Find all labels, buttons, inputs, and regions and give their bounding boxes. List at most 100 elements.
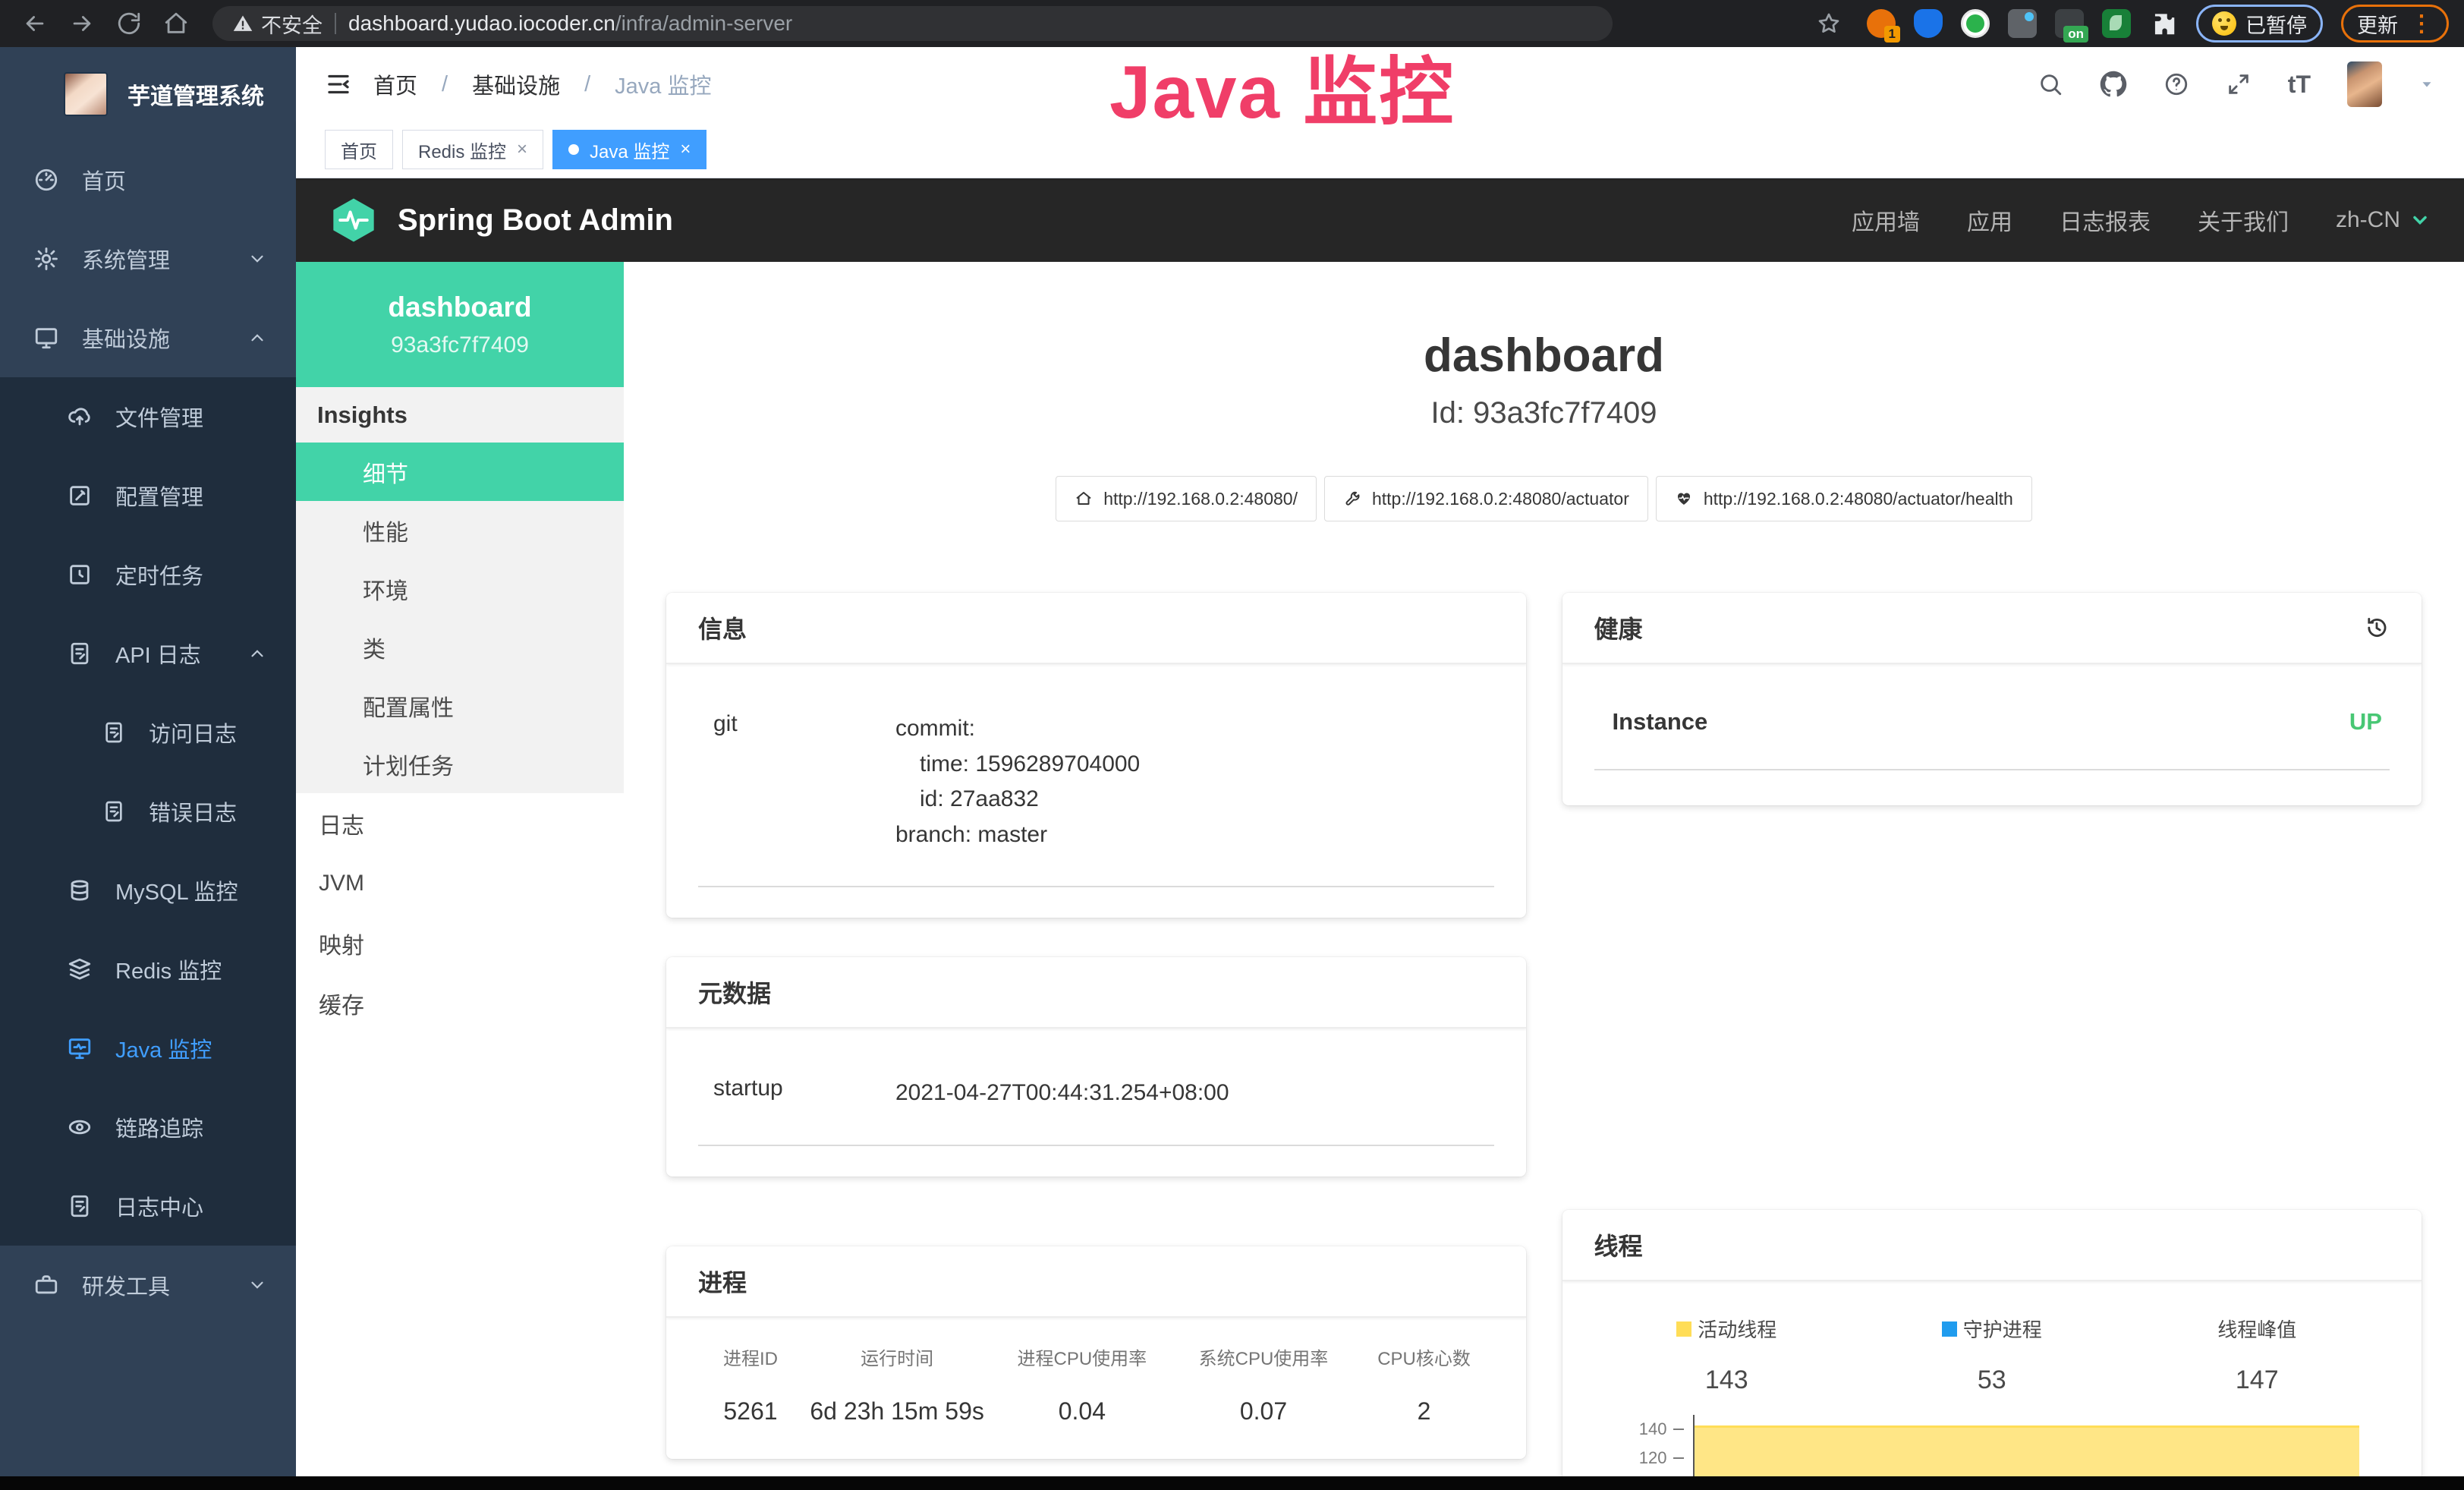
not-secure-label: 不安全 bbox=[261, 9, 323, 39]
actuator-url: http://192.168.0.2:48080/actuator bbox=[1372, 489, 1629, 509]
sba-nav-applications[interactable]: 应用 bbox=[1967, 203, 2012, 237]
sidebar-item-log-center[interactable]: 日志中心 bbox=[0, 1167, 296, 1246]
sidebar-item-api-log[interactable]: API 日志 bbox=[0, 614, 296, 693]
sidebar-item-home[interactable]: 首页 bbox=[0, 140, 296, 219]
sidebar-item-error-log[interactable]: 错误日志 bbox=[0, 772, 296, 851]
extension-icon-6[interactable] bbox=[2102, 9, 2131, 38]
tab-java-monitor[interactable]: Java 监控 × bbox=[552, 130, 706, 169]
sba-item-config-props[interactable]: 配置属性 bbox=[296, 676, 624, 735]
reload-icon[interactable] bbox=[109, 4, 149, 43]
forward-icon[interactable] bbox=[62, 4, 102, 43]
sba-item-jvm[interactable]: JVM bbox=[296, 853, 624, 913]
sba-item-caches[interactable]: 缓存 bbox=[296, 973, 624, 1033]
avatar-caret-down-icon[interactable] bbox=[2418, 76, 2435, 93]
process-col-header: CPU核心数 bbox=[1355, 1344, 1494, 1370]
sba-item-details[interactable]: 细节 bbox=[296, 443, 624, 501]
sba-nav-about[interactable]: 关于我们 bbox=[2198, 203, 2289, 237]
profile-emoji-icon bbox=[2212, 11, 2236, 36]
actuator-url-link[interactable]: http://192.168.0.2:48080/actuator bbox=[1324, 476, 1648, 521]
app-logo-title: 芋道管理系统 bbox=[127, 77, 264, 111]
sidebar-item-infrastructure[interactable]: 基础设施 bbox=[0, 298, 296, 377]
close-icon[interactable]: × bbox=[517, 139, 527, 160]
legend-label: 线程峰值 bbox=[2217, 1315, 2296, 1343]
git-id-line: id: 27aa832 bbox=[895, 782, 1140, 817]
extension-icon-4[interactable] bbox=[2008, 9, 2037, 38]
sidebar-item-label: 系统管理 bbox=[82, 243, 170, 275]
health-card-body: Instance UP bbox=[1562, 664, 2422, 805]
extension-icon-3[interactable] bbox=[1961, 9, 1990, 38]
sidebar-item-label: Java 监控 bbox=[115, 1032, 212, 1064]
history-icon[interactable] bbox=[2364, 615, 2390, 641]
home-icon[interactable] bbox=[156, 4, 196, 43]
profile-paused-button[interactable]: 已暂停 bbox=[2196, 5, 2323, 43]
sba-app-header[interactable]: dashboard 93a3fc7f7409 bbox=[296, 262, 624, 387]
health-url-link[interactable]: http://192.168.0.2:48080/actuator/health bbox=[1656, 476, 2032, 521]
header-actions: tT bbox=[2038, 61, 2435, 107]
extensions-puzzle-icon[interactable] bbox=[2149, 9, 2178, 38]
sba-brand[interactable]: Spring Boot Admin bbox=[329, 196, 673, 244]
sidebar-item-tracing[interactable]: 链路追踪 bbox=[0, 1088, 296, 1167]
font-size-icon[interactable]: tT bbox=[2288, 71, 2311, 99]
sba-item-environment[interactable]: 环境 bbox=[296, 559, 624, 618]
sidebar-item-java-monitor[interactable]: Java 监控 bbox=[0, 1009, 296, 1088]
sidebar-item-label: API 日志 bbox=[115, 638, 201, 669]
url-host: dashboard.yudao.iocoder.cn bbox=[348, 11, 615, 35]
chevron-down-icon bbox=[247, 1275, 267, 1295]
update-browser-button[interactable]: 更新 ⋮ bbox=[2341, 5, 2449, 43]
browser-menu-icon[interactable]: ⋮ bbox=[2410, 11, 2433, 37]
extension-icon-5[interactable]: on bbox=[2055, 9, 2084, 38]
not-secure-warning[interactable]: 不安全 bbox=[232, 9, 323, 39]
metadata-row-startup: startup 2021-04-27T00:44:31.254+08:00 bbox=[698, 1063, 1494, 1146]
close-icon[interactable]: × bbox=[680, 139, 691, 160]
sba-nav-journal[interactable]: 日志报表 bbox=[2060, 203, 2151, 237]
bookmark-star-icon[interactable] bbox=[1809, 4, 1849, 43]
health-instance-label: Instance bbox=[1613, 708, 1708, 736]
tab-redis-monitor[interactable]: Redis 监控 × bbox=[402, 130, 543, 169]
sidebar-item-label: 日志中心 bbox=[115, 1190, 203, 1222]
sidebar-item-access-log[interactable]: 访问日志 bbox=[0, 693, 296, 772]
y-tick-120: 120 bbox=[1594, 1448, 1684, 1468]
sidebar-item-label: 访问日志 bbox=[149, 717, 237, 748]
tab-home[interactable]: 首页 bbox=[325, 130, 393, 169]
sba-item-classes[interactable]: 类 bbox=[296, 618, 624, 676]
breadcrumb-home[interactable]: 首页 bbox=[373, 68, 417, 100]
sba-insights-group: Insights 细节 性能 环境 类 配置属性 计划任务 bbox=[296, 387, 624, 793]
collapse-sidebar-icon[interactable] bbox=[325, 71, 352, 98]
help-icon[interactable] bbox=[2163, 71, 2189, 97]
fullscreen-icon[interactable] bbox=[2226, 71, 2252, 97]
briefcase-icon bbox=[33, 1272, 59, 1298]
sba-item-metrics[interactable]: 性能 bbox=[296, 501, 624, 559]
sidebar-item-redis-monitor[interactable]: Redis 监控 bbox=[0, 930, 296, 1009]
url-separator bbox=[335, 13, 336, 34]
sidebar-item-mysql-monitor[interactable]: MySQL 监控 bbox=[0, 851, 296, 930]
service-url-link[interactable]: http://192.168.0.2:48080/ bbox=[1056, 476, 1317, 521]
sba-app-id: 93a3fc7f7409 bbox=[391, 332, 529, 358]
search-icon[interactable] bbox=[2038, 71, 2063, 97]
sba-item-mappings[interactable]: 映射 bbox=[296, 913, 624, 973]
sba-locale-select[interactable]: zh-CN bbox=[2336, 207, 2431, 233]
cards-grid: 信息 git commit: time: 1596289704000 id: 2 bbox=[624, 593, 2464, 1490]
process-card-body: 进程ID 运行时间 进程CPU使用率 系统CPU使用率 CPU核心数 5261 … bbox=[666, 1318, 1526, 1459]
sba-item-logs[interactable]: 日志 bbox=[296, 793, 624, 853]
sidebar-item-dev-tools[interactable]: 研发工具 bbox=[0, 1246, 296, 1325]
instance-links: http://192.168.0.2:48080/ http://192.168… bbox=[624, 476, 2464, 521]
extension-icon-2[interactable] bbox=[1914, 9, 1943, 38]
sidebar-item-system[interactable]: 系统管理 bbox=[0, 219, 296, 298]
sidebar-item-config-management[interactable]: 配置管理 bbox=[0, 456, 296, 535]
legend-peak-threads: 线程峰值 147 bbox=[2125, 1315, 2390, 1395]
sba-nav-wall[interactable]: 应用墙 bbox=[1852, 203, 1920, 237]
user-avatar[interactable] bbox=[2347, 61, 2382, 107]
sba-nav: 应用墙 应用 日志报表 关于我们 zh-CN bbox=[1852, 203, 2431, 237]
app-logo[interactable]: 芋道管理系统 bbox=[0, 47, 296, 140]
process-table: 进程ID 运行时间 进程CPU使用率 系统CPU使用率 CPU核心数 5261 … bbox=[698, 1344, 1494, 1425]
github-icon[interactable] bbox=[2100, 71, 2127, 98]
url-text: dashboard.yudao.iocoder.cn/infra/admin-s… bbox=[348, 11, 792, 36]
extension-icon-1[interactable]: 1 bbox=[1867, 9, 1896, 38]
gauge-icon bbox=[33, 167, 59, 193]
breadcrumb-section[interactable]: 基础设施 bbox=[472, 68, 560, 100]
back-icon[interactable] bbox=[15, 4, 55, 43]
info-row-git: git commit: time: 1596289704000 id: 27aa… bbox=[698, 699, 1494, 887]
sidebar-item-scheduled-jobs[interactable]: 定时任务 bbox=[0, 535, 296, 614]
sidebar-item-file-management[interactable]: 文件管理 bbox=[0, 377, 296, 456]
sba-item-scheduled-tasks[interactable]: 计划任务 bbox=[296, 735, 624, 793]
